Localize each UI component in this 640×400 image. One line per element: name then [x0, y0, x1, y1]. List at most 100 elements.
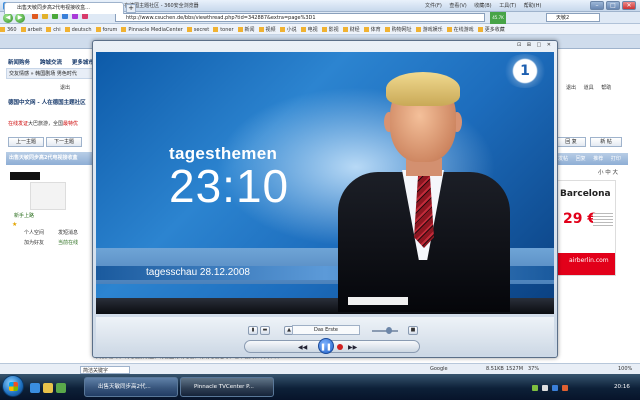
favorite-item[interactable]: 电视 — [301, 26, 318, 33]
new-tab-button[interactable]: + — [126, 4, 136, 13]
menu-logout[interactable]: 退出 — [566, 85, 576, 91]
quicklaunch-browser-icon[interactable] — [30, 383, 40, 393]
star-icon: ★ — [12, 221, 18, 228]
forum-nav: 新闻购务 跨城交流 更多城市 — [8, 58, 102, 66]
nav-news[interactable]: 新闻购务 — [8, 60, 30, 66]
quicklaunch-media-icon[interactable] — [56, 383, 66, 393]
username-redacted — [10, 172, 40, 180]
task-browser[interactable]: 出售天敏同步高2代... — [84, 377, 178, 397]
favorite-item[interactable]: 视频 — [259, 26, 276, 33]
reply-label: 回 复 — [565, 139, 577, 145]
next-thread-button[interactable]: 下一主题 — [46, 137, 82, 147]
forward-icon-player[interactable]: ▶▶ — [348, 344, 357, 351]
nav-cities[interactable]: 跨城交流 — [40, 60, 62, 66]
close-button[interactable]: ✕ — [622, 1, 636, 10]
new-post-button[interactable]: 新 帖 — [590, 137, 622, 147]
favorite-item[interactable]: 360 — [0, 27, 17, 33]
favorite-item[interactable]: 购物网址 — [385, 26, 412, 33]
zoom-level[interactable]: 100% — [618, 366, 632, 372]
menu-bar: 文件(F) 查看(V) 收藏(B) 工具(T) 帮助(H) — [425, 2, 547, 9]
settings-button[interactable]: ■ — [408, 326, 418, 335]
user-rank: 新手上路 — [14, 213, 35, 219]
tray-volume-icon[interactable] — [542, 385, 548, 391]
tab-active[interactable]: 出售天敏同步高2代电视接收盒... — [4, 2, 124, 14]
menu-props[interactable]: 道具 — [584, 85, 594, 91]
channel-selector[interactable]: Das Erste — [292, 325, 360, 335]
favorite-item[interactable]: secret — [187, 27, 209, 33]
forward-icon[interactable]: ▶ — [15, 13, 25, 23]
speed-indicator: 45.7K — [490, 12, 506, 24]
pause-button[interactable]: ❚❚ — [318, 338, 334, 354]
forum-subnav[interactable]: 交友情感 » 韩国剧场 男色时代 — [6, 68, 94, 79]
favorite-item[interactable]: 体育 — [364, 26, 381, 33]
menu-favorites[interactable]: 收藏(B) — [474, 3, 491, 9]
cpu-usage: 37% — [528, 366, 540, 372]
favorite-item[interactable]: 财经 — [343, 26, 360, 33]
memory-usage: 1527M — [506, 366, 524, 372]
add-friend-link[interactable]: 加为好友 — [24, 239, 44, 246]
action-recommend[interactable]: 推荐 — [593, 156, 603, 162]
back-icon[interactable]: ◀ — [3, 13, 13, 23]
favorite-item[interactable]: 小说 — [280, 26, 297, 33]
volume-slider[interactable] — [372, 330, 398, 332]
task-pinnacle[interactable]: Pinnacle TVCenter P... — [180, 377, 274, 397]
prev-channel-button[interactable]: ▮ — [248, 326, 258, 335]
volume-knob[interactable] — [386, 327, 392, 334]
ad-banner[interactable]: Barcelona 29 € airberlin.com — [556, 180, 616, 276]
tray-security-icon[interactable] — [552, 385, 558, 391]
favorite-item[interactable]: 影视 — [322, 26, 339, 33]
favorite-item[interactable]: 新闻 — [238, 26, 255, 33]
prev-thread-button[interactable]: 上一主题 — [8, 137, 44, 147]
record-button[interactable] — [337, 344, 343, 350]
tray-app-icon[interactable] — [562, 385, 568, 391]
google-label[interactable]: Google — [430, 366, 448, 372]
menu-help[interactable]: 帮助(H) — [524, 3, 542, 9]
notice-red[interactable]: 在线发证 — [8, 121, 28, 127]
font-size-switch[interactable]: 小 中 大 — [598, 168, 618, 176]
avatar — [30, 182, 66, 210]
menu-view[interactable]: 查看(V) — [449, 3, 466, 9]
pip-button[interactable]: ▬ — [260, 326, 270, 335]
favorite-item[interactable]: Pinnacle MediaCenter — [121, 27, 182, 33]
search-input[interactable]: 天敏2 — [546, 13, 600, 22]
action-print[interactable]: 打印 — [611, 156, 621, 162]
quicklaunch-folder-icon[interactable] — [43, 383, 53, 393]
notice-red2[interactable]: 最特优 — [63, 121, 78, 127]
menu-file[interactable]: 文件(F) — [425, 3, 442, 9]
favorite-item[interactable]: 更多收藏 — [478, 26, 505, 33]
next-thread-label: 下一主题 — [53, 139, 74, 145]
favorite-item[interactable]: deutsch — [65, 27, 92, 33]
nav-more[interactable]: 更多城市 — [72, 60, 94, 66]
maximize-button[interactable]: □ — [606, 1, 620, 10]
status-search-input[interactable]: 简洁关键字 — [80, 366, 130, 374]
minimize-button[interactable]: – — [590, 1, 604, 10]
favorite-item[interactable]: 在线游戏 — [447, 26, 474, 33]
favorite-item[interactable]: forum — [96, 27, 118, 33]
url-input[interactable]: http://www.csuchen.de/bbs/viewthread.php… — [115, 13, 485, 22]
player-window-controls[interactable]: ⊡ ⊞ □ ✕ — [517, 42, 553, 48]
action-reply[interactable]: 回复 — [576, 156, 586, 162]
desk-paper — [348, 297, 408, 305]
clock: 20:16 — [614, 384, 630, 390]
logout-link[interactable]: 退出 — [60, 84, 70, 91]
news-anchor — [328, 72, 516, 312]
reply-button[interactable]: 回 复 — [556, 137, 586, 147]
personal-space-link[interactable]: 个人空间 — [24, 229, 44, 236]
send-message-link[interactable]: 发短消息 — [58, 229, 78, 236]
start-button[interactable] — [2, 375, 24, 397]
browser-statusbar: 简洁关键字 Google 8.51KB 1527M 37% 100% — [0, 363, 640, 374]
notice-mid: 大巴旅游，全国 — [28, 121, 64, 127]
net-speed: 8.51KB — [486, 366, 504, 372]
favorite-item[interactable]: 游戏娱乐 — [416, 26, 443, 33]
tray-network-icon[interactable] — [532, 385, 538, 391]
menu-tools[interactable]: 工具(T) — [499, 3, 516, 9]
video-frame[interactable]: tagesschau 28.12.2008 tagesthemen 23:10 … — [96, 52, 554, 314]
action-post[interactable]: 发帖 — [558, 156, 568, 162]
menu-help-forum[interactable]: 帮助 — [601, 85, 611, 91]
favorite-item[interactable]: toner — [213, 27, 233, 33]
rewind-icon[interactable]: ◀◀ — [298, 344, 307, 351]
favorite-item[interactable]: arbeit — [21, 27, 43, 33]
prev-thread-label: 上一主题 — [15, 139, 36, 145]
thread-title: 出售天敏同步高2代电视接收盒 — [6, 152, 98, 165]
favorite-item[interactable]: chi — [46, 27, 60, 33]
